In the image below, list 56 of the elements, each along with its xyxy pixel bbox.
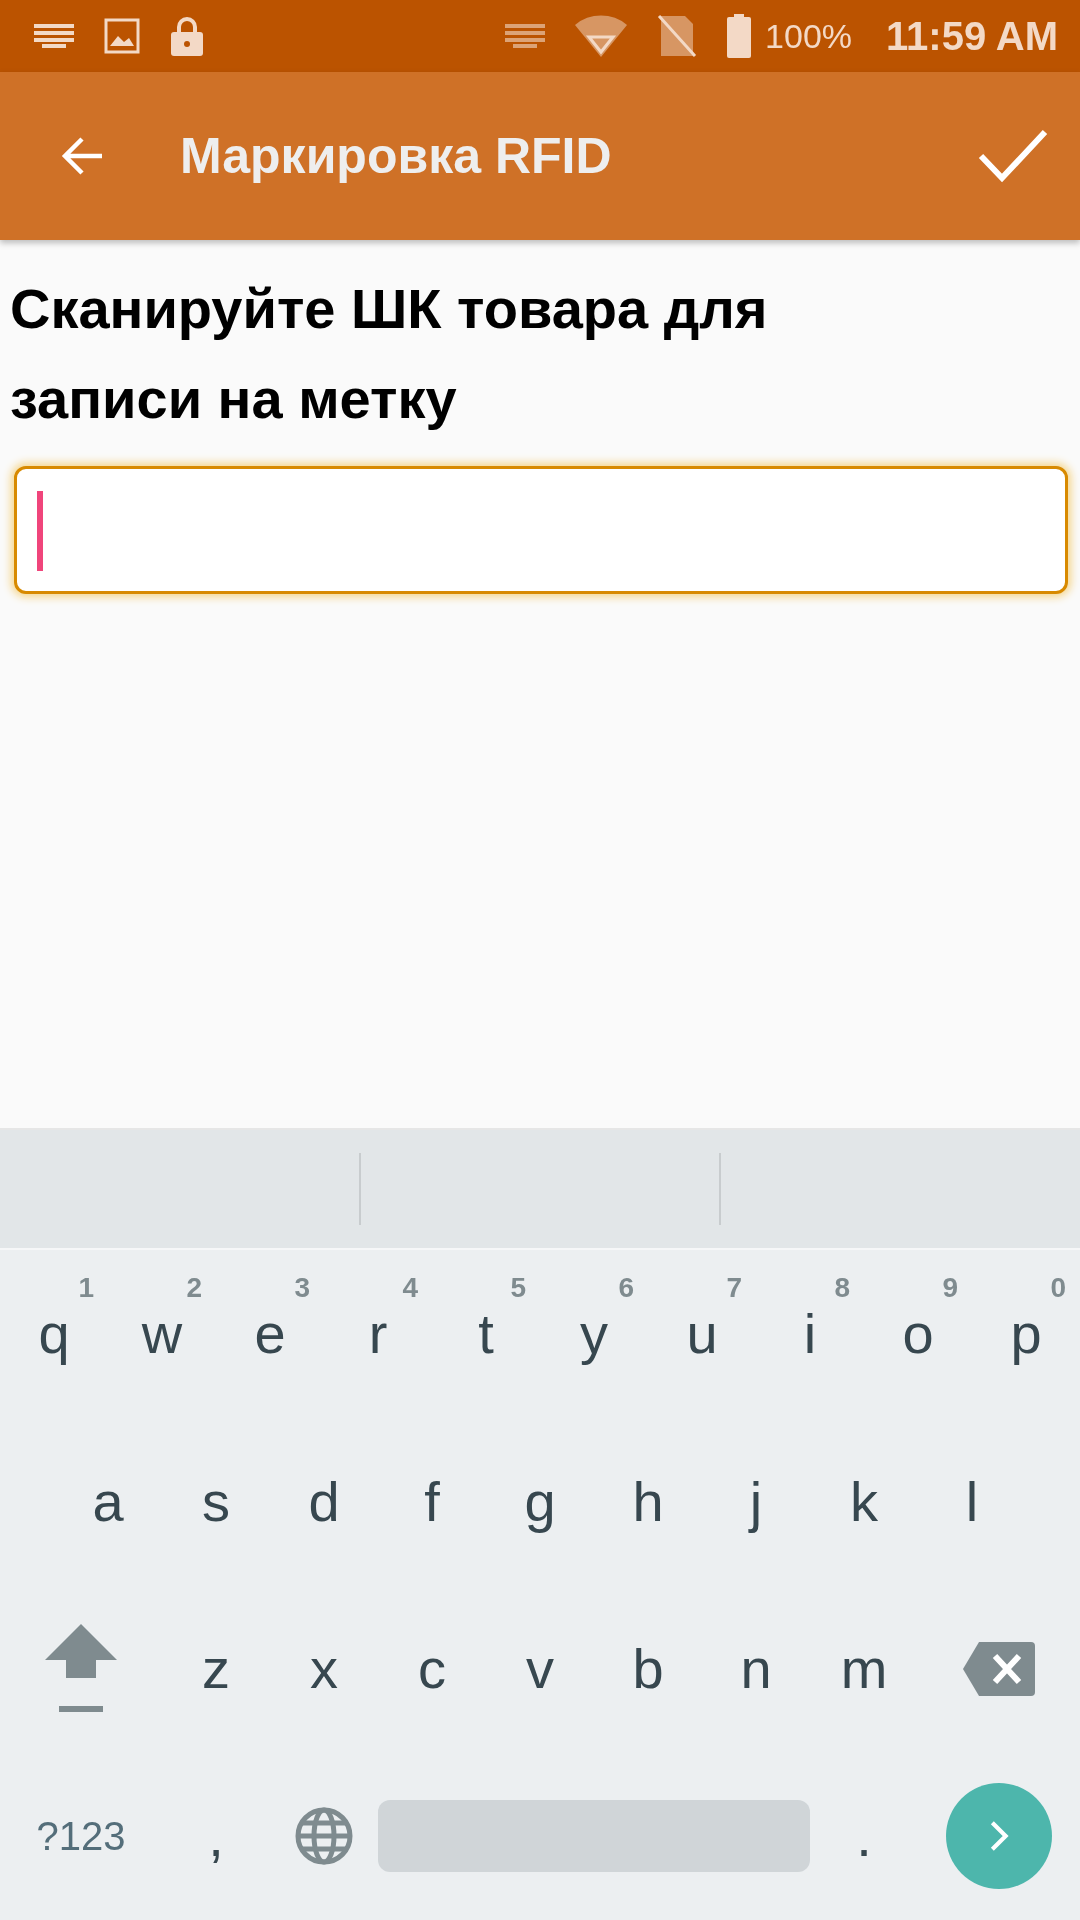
keyboard-key[interactable]: . — [810, 1752, 918, 1920]
keyboard-key[interactable]: n — [702, 1585, 810, 1753]
key-hint: 1 — [78, 1272, 94, 1304]
keyboard-key[interactable]: d — [270, 1417, 378, 1585]
clock: 11:59 AM — [886, 13, 1058, 59]
keyboard-key[interactable]: u 7 — [648, 1250, 756, 1418]
keyboard-key[interactable]: k — [810, 1417, 918, 1585]
key-hint: 2 — [186, 1272, 202, 1304]
keyboard-key[interactable]: x — [270, 1585, 378, 1753]
keyboard-key[interactable]: a — [54, 1417, 162, 1585]
battery-icon — [727, 14, 752, 58]
keyboard-key[interactable]: q 1 — [0, 1250, 108, 1418]
keyboard-key[interactable]: f — [378, 1417, 486, 1585]
keyboard-key[interactable]: h — [594, 1417, 702, 1585]
keyboard-key[interactable]: m — [810, 1585, 918, 1753]
keyboard-key[interactable]: p 0 — [972, 1250, 1080, 1418]
key-hint: 9 — [942, 1272, 958, 1304]
keyboard-key[interactable]: z — [162, 1585, 270, 1753]
barcode-field[interactable] — [14, 466, 1068, 594]
keyboard-key[interactable]: y 6 — [540, 1250, 648, 1418]
keyboard-key[interactable]: r 4 — [324, 1250, 432, 1418]
image-icon — [104, 18, 140, 54]
key-hint: 5 — [510, 1272, 526, 1304]
prompt-text: Сканируйте ШК товара для записи на метку — [10, 276, 769, 432]
back-icon[interactable] — [60, 136, 104, 176]
keyboard-key[interactable]: c — [378, 1585, 486, 1753]
keyboard-key[interactable]: t 5 — [432, 1250, 540, 1418]
globe-icon[interactable] — [294, 1806, 354, 1867]
key-hint: 0 — [1050, 1272, 1066, 1304]
keyboard-key[interactable]: g — [486, 1417, 594, 1585]
keyboard-key[interactable]: j — [702, 1417, 810, 1585]
keyboard-key[interactable]: l — [918, 1417, 1026, 1585]
keyboard-key[interactable]: v — [486, 1585, 594, 1753]
keyboard-key[interactable]: , — [162, 1752, 270, 1920]
keyboard-icon — [34, 24, 74, 48]
key-hint: 7 — [726, 1272, 742, 1304]
backspace-icon[interactable] — [963, 1641, 1035, 1696]
key-hint: 8 — [834, 1272, 850, 1304]
wifi-icon — [575, 15, 628, 57]
keyboard-key[interactable]: s — [162, 1417, 270, 1585]
symbols-key[interactable]: ?123 — [0, 1752, 162, 1920]
key-hint: 3 — [294, 1272, 310, 1304]
no-sim-icon — [657, 14, 698, 58]
shift-icon[interactable] — [45, 1623, 117, 1714]
key-hint: 6 — [618, 1272, 634, 1304]
screen-title: Маркировка RFID — [180, 127, 613, 185]
check-icon[interactable] — [978, 128, 1048, 184]
keyboard-icon — [505, 24, 546, 48]
keyboard-key[interactable]: e 3 — [216, 1250, 324, 1418]
keyboard-key[interactable]: i 8 — [756, 1250, 864, 1418]
lock-icon — [170, 16, 204, 56]
key-hint: 4 — [402, 1272, 418, 1304]
keyboard-key[interactable]: b — [594, 1585, 702, 1753]
keyboard-key[interactable]: o 9 — [864, 1250, 972, 1418]
battery-level: 100% — [765, 16, 853, 56]
keyboard-key[interactable]: w 2 — [108, 1250, 216, 1418]
